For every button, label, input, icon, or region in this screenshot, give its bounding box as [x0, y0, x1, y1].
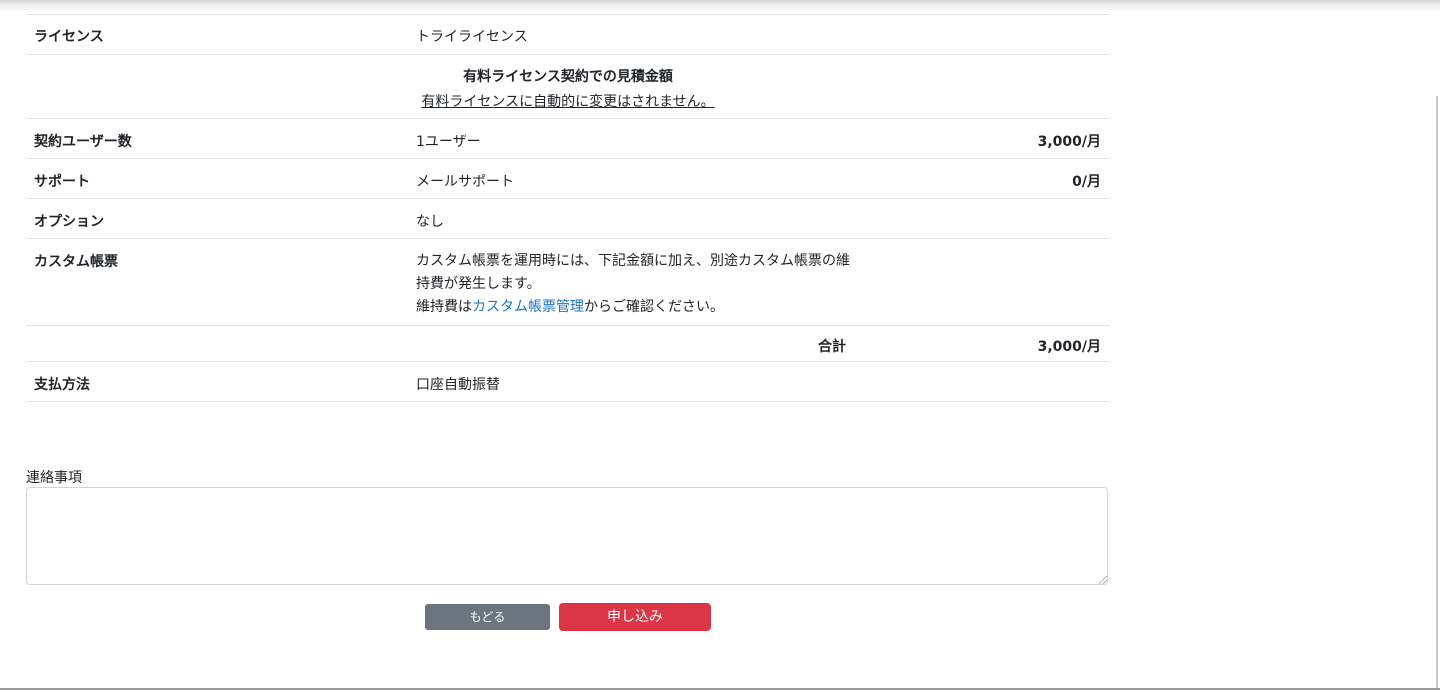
- total-label: 合計: [818, 339, 846, 355]
- estimate-header-row: 有料ライセンス契約での見積金額 有料ライセンスに自動的に変更はされません。: [26, 55, 1110, 119]
- apply-button[interactable]: 申し込み: [559, 603, 711, 631]
- remarks-textarea[interactable]: [26, 487, 1108, 585]
- option-row: オプション なし: [26, 199, 1110, 239]
- license-value: トライライセンス: [416, 29, 528, 45]
- custom-form-line-1: カスタム帳票を運用時には、下記金額に加え、別途カスタム帳票の維: [416, 253, 850, 269]
- users-row: 契約ユーザー数 1ユーザー 3,000/月: [26, 119, 1110, 159]
- remarks-label: 連絡事項: [26, 470, 82, 486]
- option-value: なし: [416, 214, 444, 230]
- users-value: 1ユーザー: [416, 134, 481, 150]
- resize-handle-icon[interactable]: [1099, 576, 1107, 584]
- users-price: 3,000/月: [1037, 134, 1101, 150]
- estimate-note-text: 有料ライセンスに自動的に変更はされません。: [421, 94, 715, 110]
- custom-form-line-3-prefix: 維持費は: [416, 299, 472, 315]
- back-button[interactable]: もどる: [425, 604, 550, 630]
- custom-form-line-3: 維持費はカスタム帳票管理からご確認ください。: [416, 296, 856, 319]
- custom-form-line-3-suffix: からご確認ください。: [584, 299, 724, 315]
- total-price: 3,000/月: [1037, 339, 1101, 355]
- support-price: 0/月: [1072, 174, 1101, 190]
- support-row: サポート メールサポート 0/月: [26, 159, 1110, 199]
- users-label: 契約ユーザー数: [34, 134, 132, 150]
- payment-value: 口座自動振替: [416, 377, 500, 393]
- support-value: メールサポート: [416, 174, 514, 190]
- custom-form-row: カスタム帳票 カスタム帳票を運用時には、下記金額に加え、別途カスタム帳票の維 持…: [26, 239, 1110, 326]
- custom-form-line-2: 持費が発生します。: [416, 276, 541, 292]
- custom-form-description: カスタム帳票を運用時には、下記金額に加え、別途カスタム帳票の維 持費が発生します…: [416, 250, 856, 319]
- custom-form-label: カスタム帳票: [34, 254, 118, 270]
- custom-form-manage-link[interactable]: カスタム帳票管理: [472, 299, 584, 315]
- payment-row: 支払方法 口座自動振替: [26, 362, 1110, 402]
- license-row: ライセンス トライライセンス: [26, 15, 1110, 55]
- estimate-note: 有料ライセンスに自動的に変更はされません。: [26, 91, 1110, 111]
- estimate-title: 有料ライセンス契約での見積金額: [463, 69, 673, 85]
- scrollbar[interactable]: [1436, 96, 1438, 690]
- top-shadow: [0, 0, 1440, 12]
- support-label: サポート: [34, 174, 90, 190]
- option-label: オプション: [34, 214, 104, 230]
- estimate-table: ライセンス トライライセンス 有料ライセンス契約での見積金額 有料ライセンスに自…: [26, 14, 1110, 402]
- payment-label: 支払方法: [34, 377, 90, 393]
- license-label: ライセンス: [34, 29, 104, 45]
- total-row: 合計 3,000/月: [26, 326, 1110, 362]
